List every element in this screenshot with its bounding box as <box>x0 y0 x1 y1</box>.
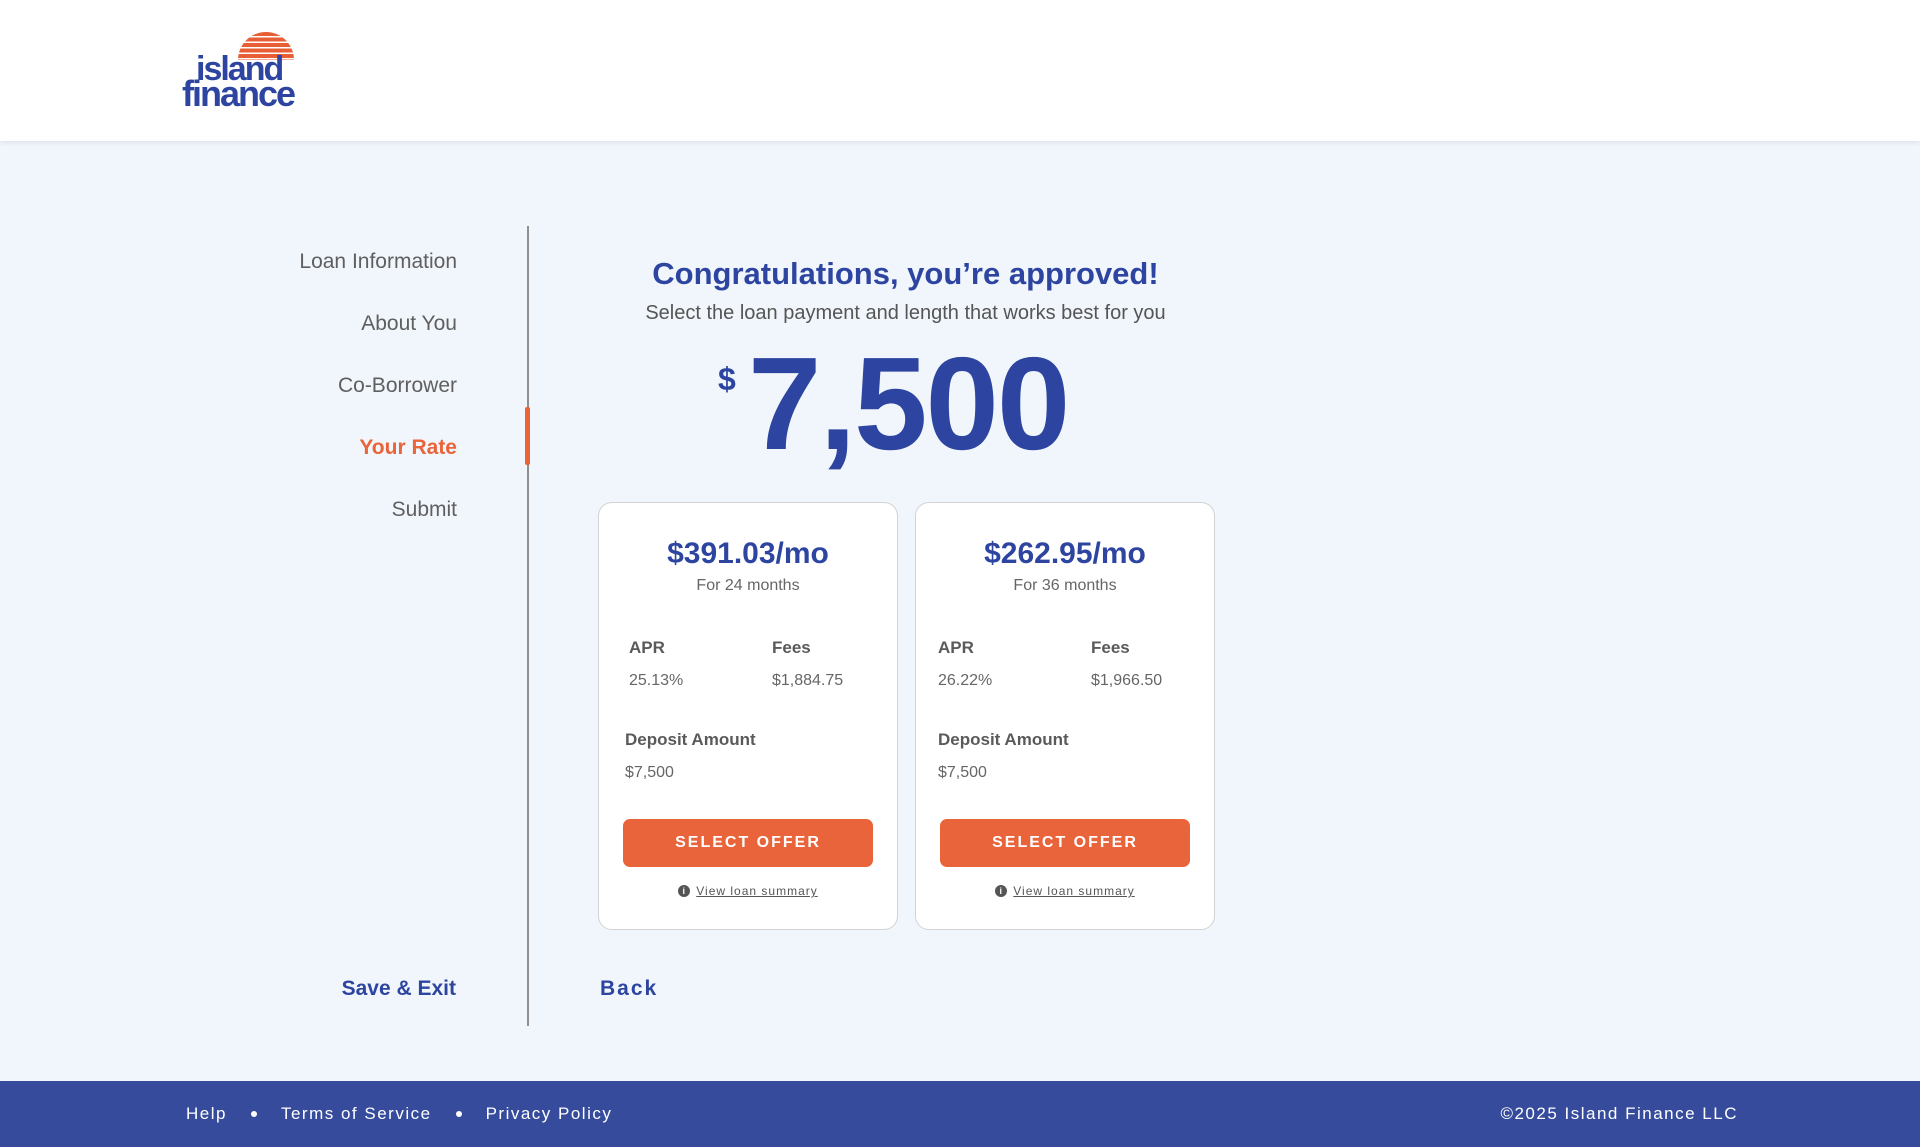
offer-apr: APR 26.22% <box>938 638 992 690</box>
progress-steps: Loan Information About You Co-Borrower Y… <box>299 231 457 541</box>
offer-deposit: Deposit Amount $7,500 <box>938 730 1069 782</box>
apr-label: APR <box>938 638 974 657</box>
fees-label: Fees <box>772 638 811 657</box>
view-loan-summary-link[interactable]: View loan summary <box>1013 884 1134 898</box>
loan-summary: i View loan summary <box>916 883 1214 898</box>
offer-deposit: Deposit Amount $7,500 <box>625 730 756 782</box>
select-offer-button[interactable]: SELECT OFFER <box>623 819 873 867</box>
fees-label: Fees <box>1091 638 1130 657</box>
active-step-indicator <box>525 407 530 465</box>
back-button[interactable]: Back <box>600 977 658 1001</box>
info-icon: i <box>995 884 1008 897</box>
save-exit-button[interactable]: Save & Exit <box>300 977 456 1001</box>
separator-dot <box>250 1111 257 1117</box>
offer-cards: $391.03/mo For 24 months APR 25.13% Fees… <box>598 502 1218 930</box>
apr-label: APR <box>629 638 665 657</box>
loan-summary: i View loan summary <box>599 883 897 898</box>
step-co-borrower: Co-Borrower <box>337 374 457 397</box>
offer-monthly-payment: $262.95/mo <box>984 537 1146 570</box>
offer-term: For 24 months <box>696 577 800 594</box>
select-offer-button[interactable]: SELECT OFFER <box>940 819 1190 867</box>
page-title: Congratulations, you’re approved! <box>652 256 1159 291</box>
progress-divider <box>527 226 529 1026</box>
offer-term: For 36 months <box>1013 577 1117 594</box>
footer-link-help[interactable]: Help <box>186 1104 227 1124</box>
deposit-label: Deposit Amount <box>938 730 1069 749</box>
offer-fees: Fees $1,966.50 <box>1091 638 1162 690</box>
step-submit: Submit <box>391 498 457 521</box>
apr-value: 25.13% <box>629 672 684 689</box>
deposit-label: Deposit Amount <box>625 730 756 749</box>
amount-value: 7,500 <box>748 330 1070 477</box>
main-area: Loan Information About You Co-Borrower Y… <box>0 141 1920 1081</box>
offer-monthly-payment: $391.03/mo <box>667 537 829 570</box>
fees-value: $1,884.75 <box>772 672 844 689</box>
footer-links: Help Terms of Service Privacy Policy <box>186 1081 612 1147</box>
copyright-text: ©2025 Island Finance LLC <box>1500 1104 1738 1123</box>
offer-card-36-months: $262.95/mo For 36 months APR 26.22% Fees… <box>915 502 1215 930</box>
site-footer: Help Terms of Service Privacy Policy ©20… <box>0 1081 1920 1147</box>
site-header: island finance <box>0 0 1920 141</box>
step-loan-information: Loan Information <box>299 250 457 273</box>
amount-currency-symbol: $ <box>718 361 736 397</box>
step-your-rate: Your Rate <box>359 436 457 459</box>
offer-fees: Fees $1,884.75 <box>772 638 843 690</box>
logo-word-finance: finance <box>182 73 296 114</box>
info-icon: i <box>678 884 691 897</box>
island-finance-logo[interactable]: island finance <box>182 30 318 112</box>
deposit-value: $7,500 <box>938 764 987 781</box>
deposit-value: $7,500 <box>625 764 674 781</box>
approved-amount: $ 7,500 <box>598 334 1213 472</box>
footer-link-privacy[interactable]: Privacy Policy <box>486 1104 613 1124</box>
footer-link-terms[interactable]: Terms of Service <box>281 1104 432 1124</box>
view-loan-summary-link[interactable]: View loan summary <box>696 884 817 898</box>
approval-content: Congratulations, you’re approved! Select… <box>598 226 1213 473</box>
offer-apr: APR 25.13% <box>629 638 683 690</box>
page-subtitle: Select the loan payment and length that … <box>645 302 1166 324</box>
step-about-you: About You <box>361 312 457 335</box>
separator-dot <box>455 1111 462 1117</box>
apr-value: 26.22% <box>938 672 993 689</box>
fees-value: $1,966.50 <box>1091 672 1163 689</box>
offer-card-24-months: $391.03/mo For 24 months APR 25.13% Fees… <box>598 502 898 930</box>
